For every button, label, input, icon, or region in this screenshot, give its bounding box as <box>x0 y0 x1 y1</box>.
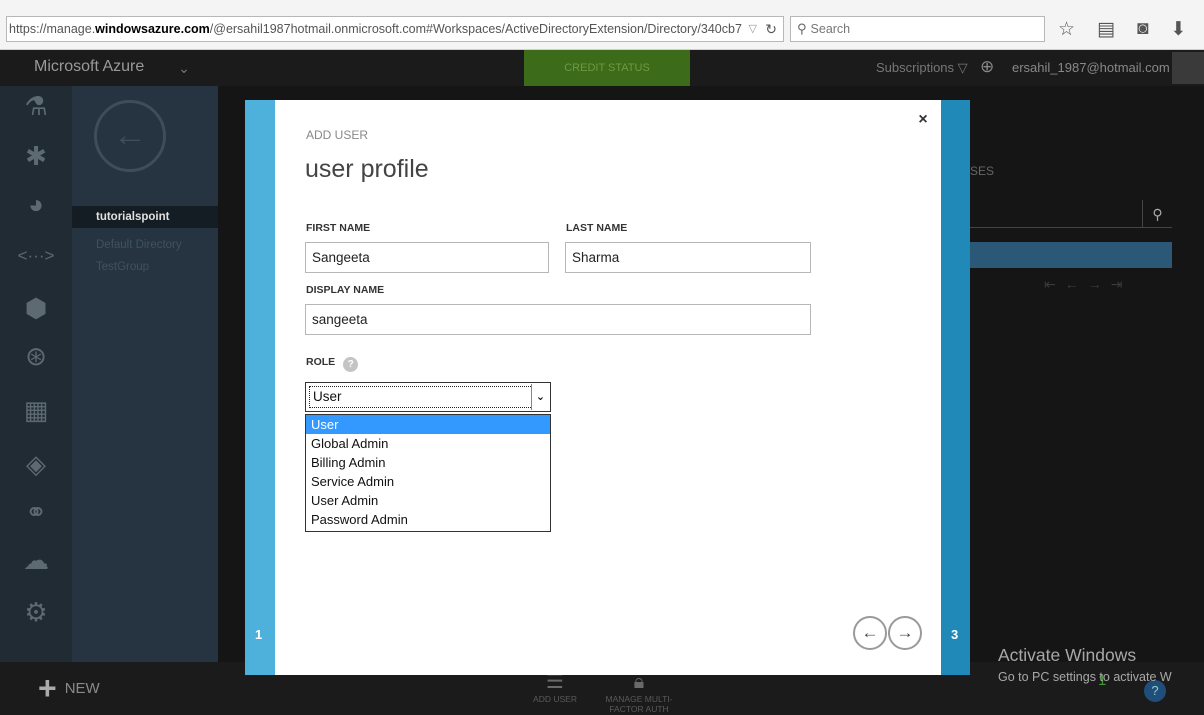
brand-title[interactable]: Microsoft Azure <box>34 58 144 76</box>
role-option-user-admin[interactable]: User Admin <box>306 491 550 510</box>
server-icon[interactable]: ▦ <box>16 392 56 428</box>
cloud-icon[interactable]: ☁ <box>16 542 56 578</box>
active-directory-icon[interactable]: ◈ <box>16 446 56 482</box>
search-icon: ⚲ <box>797 21 807 36</box>
last-name-field[interactable]: Sharma <box>565 242 811 273</box>
url-path: /@ersahil1987hotmail.onmicrosoft.com#Wor… <box>209 22 742 36</box>
download-icon[interactable]: ⬇ <box>1170 18 1186 41</box>
add-user-button[interactable]: ☰ ADD USER <box>520 670 590 704</box>
watermark-title: Activate Windows <box>998 645 1137 665</box>
role-select-value: User <box>309 386 533 408</box>
next-page-icon[interactable]: → <box>1088 276 1111 292</box>
pager: ⇤←→⇥ <box>1044 276 1131 293</box>
reload-icon[interactable]: ↻ <box>765 17 777 41</box>
role-label-row: ROLE? <box>306 356 359 372</box>
previous-arrow-icon[interactable]: ← <box>853 616 887 650</box>
credit-status-button[interactable]: CREDIT STATUS <box>524 50 690 86</box>
avatar[interactable] <box>1172 52 1204 84</box>
display-name-field[interactable]: sangeeta <box>305 304 811 335</box>
search-placeholder: Search <box>810 22 851 36</box>
last-name-label: LAST NAME <box>566 222 628 234</box>
step-indicator-current: 1 <box>255 627 263 642</box>
plus-icon: + <box>38 670 57 706</box>
subscriptions-label: Subscriptions <box>876 60 955 75</box>
screen: https://manage.windowsazure.com/@ersahil… <box>0 0 1204 715</box>
dialog-title: user profile <box>305 155 429 183</box>
watermark-subtitle: Go to PC settings to activate W <box>998 670 1172 684</box>
back-arrow-icon[interactable]: ← <box>94 100 166 172</box>
role-option-service-admin[interactable]: Service Admin <box>306 472 550 491</box>
chevron-down-icon[interactable]: ⌄ <box>531 384 549 410</box>
connect-icon[interactable]: ⊛ <box>16 338 56 374</box>
mfa-label: MANAGE MULTI-FACTOR AUTH <box>605 694 673 714</box>
column-header-fragment: SES <box>970 164 995 178</box>
browser-search-input[interactable]: ⚲ Search <box>790 16 1045 42</box>
database-icon[interactable]: ◕ <box>16 186 56 222</box>
add-user-label: ADD USER <box>533 694 577 704</box>
role-option-password-admin[interactable]: Password Admin <box>306 510 550 529</box>
directory-item-default[interactable]: Default Directory <box>72 234 218 256</box>
new-button[interactable]: + NEW <box>38 670 100 706</box>
step-indicator-total: 3 <box>951 627 959 642</box>
list-row-selected[interactable] <box>970 242 1172 268</box>
service-rail: ⚗ ✱ ◕ <···> ⬢ ⊛ ▦ ◈ ⚭ ☁ ⚙ <box>0 86 72 662</box>
browser-actions: ☆ ▤ ◙ ⬇ <box>1058 14 1198 44</box>
url-domain: windowsazure.com <box>95 22 210 36</box>
addons-icon[interactable]: ⚭ <box>16 494 56 530</box>
first-name-field[interactable]: Sangeeta <box>305 242 549 273</box>
directory-item-testgroup[interactable]: TestGroup <box>72 256 218 278</box>
code-icon[interactable]: <···> <box>16 238 56 274</box>
dialog-eyebrow: ADD USER <box>306 128 369 142</box>
directory-item-tutorialspoint[interactable]: tutorialspoint <box>72 206 218 228</box>
url-prefix: https://manage. <box>9 22 96 36</box>
role-label: ROLE <box>306 356 336 368</box>
list-search-input[interactable]: ⚲ <box>970 200 1172 228</box>
network-icon[interactable]: ⬢ <box>16 290 56 326</box>
settings-icon[interactable]: ⚙ <box>16 594 56 630</box>
first-name-label: FIRST NAME <box>306 222 371 234</box>
wizard-stripe-right <box>941 100 970 675</box>
display-name-label: DISPLAY NAME <box>306 284 385 296</box>
azure-header: Microsoft Azure ⌄ CREDIT STATUS Subscrip… <box>0 50 1204 86</box>
help-question-icon[interactable]: ? <box>343 357 359 372</box>
prev-page-icon[interactable]: ← <box>1065 276 1088 292</box>
reading-list-icon[interactable]: ▤ <box>1097 18 1115 41</box>
bookmark-star-icon[interactable]: ☆ <box>1058 18 1075 41</box>
new-label: NEW <box>64 679 100 697</box>
chevron-down-icon[interactable]: ⌄ <box>170 54 198 82</box>
pocket-icon[interactable]: ◙ <box>1137 18 1148 40</box>
browser-toolbar: https://manage.windowsazure.com/@ersahil… <box>0 0 1204 50</box>
mfa-button[interactable]: 🔒︎ MANAGE MULTI-FACTOR AUTH <box>604 670 674 714</box>
activation-watermark: Activate Windows Go to PC settings to ac… <box>998 645 1172 684</box>
role-options-list: User Global Admin Billing Admin Service … <box>305 414 551 532</box>
filter-icon: ▽ <box>957 60 968 75</box>
search-icon[interactable]: ⚲ <box>1142 200 1172 228</box>
next-arrow-icon[interactable]: → <box>888 616 922 650</box>
close-icon[interactable]: × <box>915 111 931 129</box>
role-option-user[interactable]: User <box>306 415 550 434</box>
first-page-icon[interactable]: ⇤ <box>1044 276 1065 292</box>
wizard-stripe-left <box>245 100 275 675</box>
subscriptions-filter[interactable]: Subscriptions ▽ <box>876 60 968 76</box>
address-bar[interactable]: https://manage.windowsazure.com/@ersahil… <box>6 16 784 42</box>
account-email[interactable]: ersahil_1987@hotmail.com <box>1012 60 1170 75</box>
flask-icon[interactable]: ⚗ <box>16 88 56 124</box>
services-icon[interactable]: ✱ <box>16 138 56 174</box>
role-select[interactable]: User <box>305 382 551 412</box>
url-dropdown-icon[interactable]: ▽ <box>749 17 757 41</box>
role-option-billing-admin[interactable]: Billing Admin <box>306 453 550 472</box>
globe-icon[interactable]: ⊕ <box>980 57 994 77</box>
last-page-icon[interactable]: ⇥ <box>1111 276 1132 292</box>
role-option-global-admin[interactable]: Global Admin <box>306 434 550 453</box>
directory-nav <box>72 86 218 662</box>
